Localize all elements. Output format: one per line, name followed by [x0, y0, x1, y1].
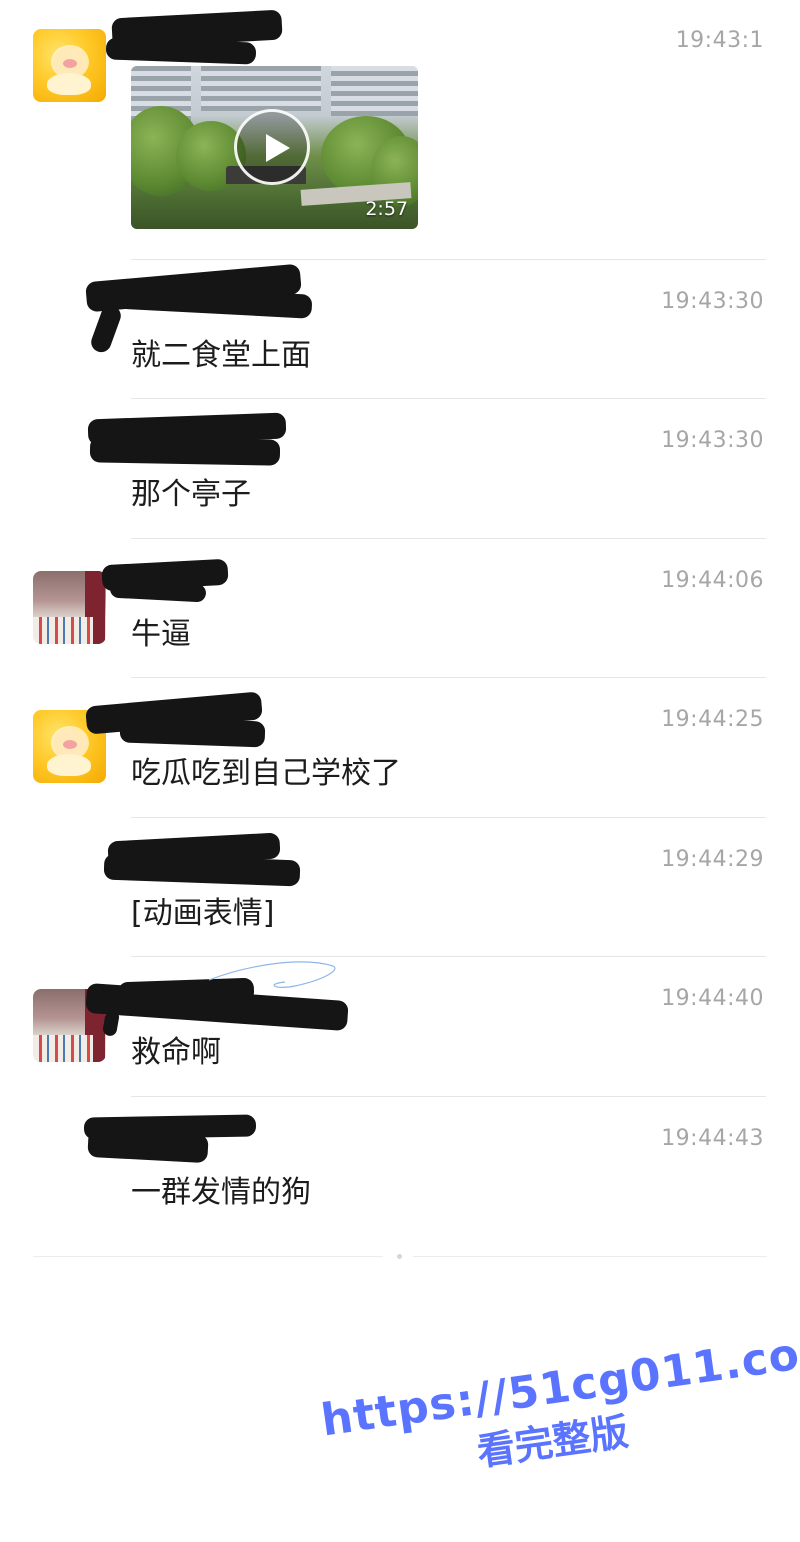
redacted-sender-name-stroke	[119, 716, 266, 748]
chat-message-2: 19:43:30 就二食堂上面	[0, 259, 800, 399]
message-timestamp: 19:43:1	[675, 28, 764, 53]
video-thumbnail-building	[201, 66, 321, 111]
chat-message-5: 19:44:25 吃瓜吃到自己学校了	[0, 677, 800, 817]
message-timestamp: 19:43:30	[661, 289, 764, 314]
pen-scribble-mark	[208, 961, 336, 988]
end-of-list-dot	[397, 1254, 402, 1259]
play-icon[interactable]	[234, 109, 310, 185]
message-timestamp: 19:44:29	[661, 847, 764, 872]
message-text: 牛逼	[131, 617, 191, 652]
message-timestamp: 19:44:06	[661, 568, 764, 593]
message-timestamp: 19:43:30	[661, 428, 764, 453]
avatar-photo-cloth	[33, 617, 93, 644]
video-thumbnail-building	[331, 66, 418, 116]
chat-message-7: 19:44:40 救命啊	[0, 956, 800, 1096]
redacted-sender-name-stroke	[89, 436, 281, 466]
message-text: 吃瓜吃到自己学校了	[131, 756, 401, 791]
pig-nose-shape	[63, 740, 77, 749]
message-text: 就二食堂上面	[131, 338, 311, 373]
pig-body-shape	[47, 754, 91, 776]
video-duration: 2:57	[365, 198, 408, 220]
message-divider	[131, 259, 766, 260]
message-text: 救命啊	[131, 1035, 221, 1070]
redacted-sender-name-stroke	[105, 37, 257, 65]
redacted-sender-name-stroke	[109, 579, 207, 603]
message-timestamp: 19:44:40	[661, 986, 764, 1011]
message-divider	[131, 398, 766, 399]
video-message[interactable]: 2:57	[131, 66, 418, 229]
message-divider	[131, 817, 766, 818]
photo-avatar[interactable]	[33, 571, 106, 644]
chat-message-3: 19:43:30 那个亭子	[0, 398, 800, 538]
message-divider	[131, 677, 766, 678]
message-divider	[131, 538, 766, 539]
avatar-photo-cloth	[33, 1035, 93, 1062]
message-text: 那个亭子	[131, 477, 251, 512]
message-divider	[131, 956, 766, 957]
pig-nose-shape	[63, 59, 77, 68]
message-timestamp: 19:44:25	[661, 707, 764, 732]
message-timestamp: 19:44:43	[661, 1126, 764, 1151]
redacted-sender-name-stroke	[103, 853, 301, 887]
redacted-sender-name-stroke	[87, 1128, 209, 1164]
chat-message-1: 19:43:1 2:57	[0, 0, 800, 229]
chat-message-6: 19:44:29 [动画表情]	[0, 817, 800, 957]
pig-body-shape	[47, 73, 91, 95]
message-text: [动画表情]	[131, 896, 275, 931]
chat-message-8: 19:44:43 一群发情的狗	[0, 1096, 800, 1236]
end-of-list-divider-left	[33, 1256, 383, 1257]
watermark: https://51cg011.com 看完整版	[318, 1322, 800, 1497]
end-of-list-divider-right	[413, 1256, 767, 1257]
chat-message-4: 19:44:06 牛逼	[0, 538, 800, 678]
message-divider	[131, 1096, 766, 1097]
message-text: 一群发情的狗	[131, 1175, 311, 1210]
pig-avatar[interactable]	[33, 29, 106, 102]
